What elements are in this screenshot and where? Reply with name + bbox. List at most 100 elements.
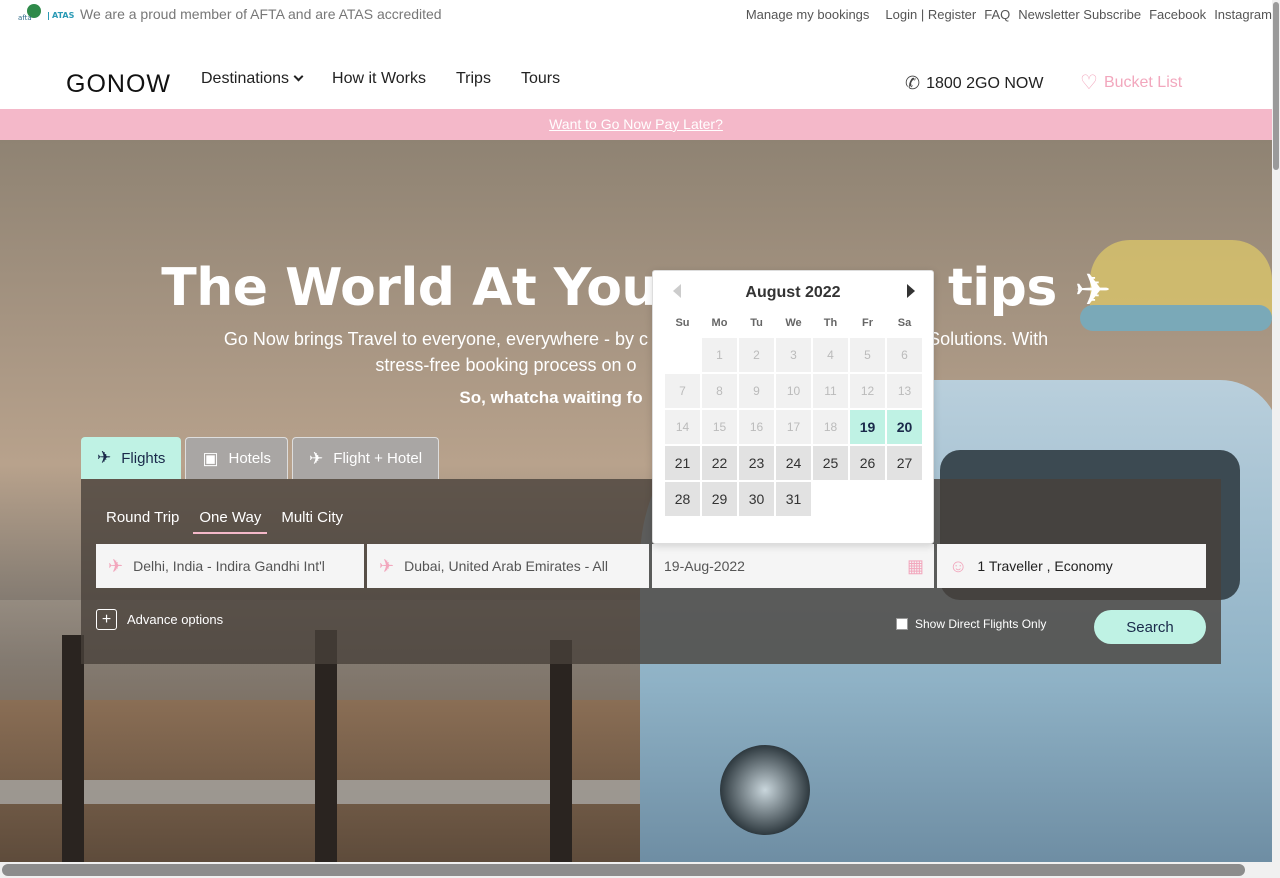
hero-cta-text: So, whatcha waiting fo (459, 388, 643, 407)
manage-bookings-link[interactable]: Manage my bookings (746, 7, 870, 22)
weekday-header: We (785, 317, 802, 329)
day-cell[interactable]: 27 (887, 446, 922, 480)
calendar-icon[interactable]: ▦ (907, 556, 924, 577)
hero-subtitle-line2: stress-free booking process on o (375, 355, 637, 375)
tab-flight-hotel-label: Flight + Hotel (333, 450, 423, 467)
top-links: Manage my bookings Login | Register FAQ … (738, 7, 1272, 22)
fence-post (62, 635, 84, 862)
nav-trips[interactable]: Trips (456, 70, 491, 88)
from-field[interactable]: ✈ Delhi, India - Indira Gandhi Int'l (96, 544, 364, 588)
instagram-link[interactable]: Instagram (1214, 7, 1272, 22)
flight-search-panel: Round Trip One Way Multi City ✈ Delhi, I… (81, 479, 1221, 664)
search-button[interactable]: Search (1094, 610, 1206, 644)
search-tabs: ✈ Flights ▣ Hotels ✈ Flight + Hotel (81, 437, 440, 479)
day-cell[interactable]: 25 (813, 446, 848, 480)
weekday-header: Su (675, 317, 690, 329)
login-register-link[interactable]: Login | Register (885, 7, 976, 22)
nav-destinations[interactable]: Destinations (201, 70, 304, 88)
to-value: Dubai, United Arab Emirates - All (404, 558, 608, 574)
nav-tours[interactable]: Tours (521, 70, 560, 88)
next-month-icon[interactable] (907, 284, 915, 298)
hero-subtitle: Go Now brings Travel to everyone, everyw… (200, 326, 1072, 378)
day-cell[interactable]: 19 (850, 410, 885, 444)
phone-link[interactable]: ✆ 1800 2GO NOW (905, 73, 1043, 94)
tab-flights-label: Flights (121, 449, 166, 467)
vertical-scroll-thumb[interactable] (1273, 2, 1279, 170)
nav-how-it-works[interactable]: How it Works (332, 70, 426, 88)
tab-hotels[interactable]: ▣ Hotels (185, 437, 289, 479)
hero-title-right: tips (947, 258, 1057, 318)
takeoff-icon: ✈ (108, 555, 124, 576)
empty-day-cell (665, 338, 700, 372)
travellers-value: 1 Traveller , Economy (977, 558, 1113, 574)
horizontal-scrollbar[interactable] (0, 862, 1272, 878)
tab-flight-hotel[interactable]: ✈ Flight + Hotel (292, 437, 440, 479)
date-value: 19-Aug-2022 (664, 558, 745, 574)
day-cell: 18 (813, 410, 848, 444)
day-cell: 11 (813, 374, 848, 408)
newsletter-link[interactable]: Newsletter Subscribe (1018, 7, 1141, 22)
hero-guardrail (0, 780, 700, 804)
bed-icon: ▣ (202, 448, 219, 468)
direct-flights-label: Show Direct Flights Only (915, 617, 1047, 631)
weekday-header: Fr (862, 317, 873, 329)
hero-subtitle-line1-right: Solutions. With (928, 329, 1049, 349)
vertical-scrollbar[interactable] (1272, 0, 1280, 878)
top-bar: afta ATAS We are a proud member of AFTA … (0, 0, 1272, 32)
faq-link[interactable]: FAQ (984, 7, 1010, 22)
datepicker-header: August 2022 (653, 271, 933, 315)
day-cell[interactable]: 26 (850, 446, 885, 480)
advance-options[interactable]: + Advance options (96, 609, 223, 630)
datepicker-grid: Su Mo Tu We Th Fr Sa 1 2 3 4 5 6 7 8 9 10 11 12 13 14 15 16 17 1… (664, 317, 923, 517)
day-cell[interactable]: 31 (776, 482, 811, 516)
weekday-header: Mo (711, 317, 728, 329)
nav-menu: Destinations How it Works Trips Tours (201, 70, 560, 88)
promo-banner: Want to Go Now Pay Later? (0, 109, 1272, 140)
day-cell[interactable]: 29 (702, 482, 737, 516)
facebook-link[interactable]: Facebook (1149, 7, 1206, 22)
day-cell: 8 (702, 374, 737, 408)
bucket-list-link[interactable]: ♡ Bucket List (1080, 73, 1182, 93)
direct-flights-checkbox[interactable] (896, 618, 908, 630)
tab-flights[interactable]: ✈ Flights (81, 437, 182, 479)
day-cell[interactable]: 28 (665, 482, 700, 516)
trip-type-round[interactable]: Round Trip (106, 509, 179, 534)
from-value: Delhi, India - Indira Gandhi Int'l (133, 558, 325, 574)
day-cell[interactable]: 24 (776, 446, 811, 480)
hero-subtitle-line1: Go Now brings Travel to everyone, everyw… (223, 329, 649, 349)
day-cell: 10 (776, 374, 811, 408)
day-cell: 16 (739, 410, 774, 444)
day-cell: 12 (850, 374, 885, 408)
airplane-icon: ✈ (1074, 265, 1111, 316)
tab-hotels-label: Hotels (228, 450, 272, 467)
brand-logo[interactable]: GONOW (66, 70, 171, 99)
phone-icon: ✆ (905, 73, 921, 93)
datepicker-month: August 2022 (745, 284, 841, 301)
day-cell: 14 (665, 410, 700, 444)
day-cell[interactable]: 30 (739, 482, 774, 516)
trip-type-multicity[interactable]: Multi City (281, 509, 343, 534)
day-cell[interactable]: 21 (665, 446, 700, 480)
plus-icon: + (96, 609, 117, 630)
day-cell[interactable]: 23 (739, 446, 774, 480)
hero-van-headlight (720, 745, 810, 835)
date-field[interactable]: 19-Aug-2022 ▦ (652, 544, 934, 588)
to-field[interactable]: ✈ Dubai, United Arab Emirates - All (367, 544, 649, 588)
heart-icon: ♡ (1080, 72, 1098, 94)
flight-hotel-icon: ✈ (309, 448, 324, 468)
landing-icon: ✈ (379, 555, 395, 576)
day-cell[interactable]: 22 (702, 446, 737, 480)
direct-flights-toggle[interactable]: Show Direct Flights Only (896, 617, 1046, 631)
bucket-list-label: Bucket List (1103, 74, 1183, 91)
travellers-field[interactable]: ☺ 1 Traveller , Economy (937, 544, 1206, 588)
day-cell: 7 (665, 374, 700, 408)
day-cell[interactable]: 20 (887, 410, 922, 444)
afta-logo: afta (18, 4, 44, 28)
accreditation-logos: afta ATAS (18, 4, 74, 28)
trip-type-oneway[interactable]: One Way (193, 509, 268, 534)
pay-later-link[interactable]: Want to Go Now Pay Later? (549, 116, 723, 132)
membership-text: We are a proud member of AFTA and are AT… (80, 6, 442, 22)
day-cell: 1 (702, 338, 737, 372)
horizontal-scroll-thumb[interactable] (2, 864, 1245, 876)
advance-options-label: Advance options (127, 612, 224, 627)
